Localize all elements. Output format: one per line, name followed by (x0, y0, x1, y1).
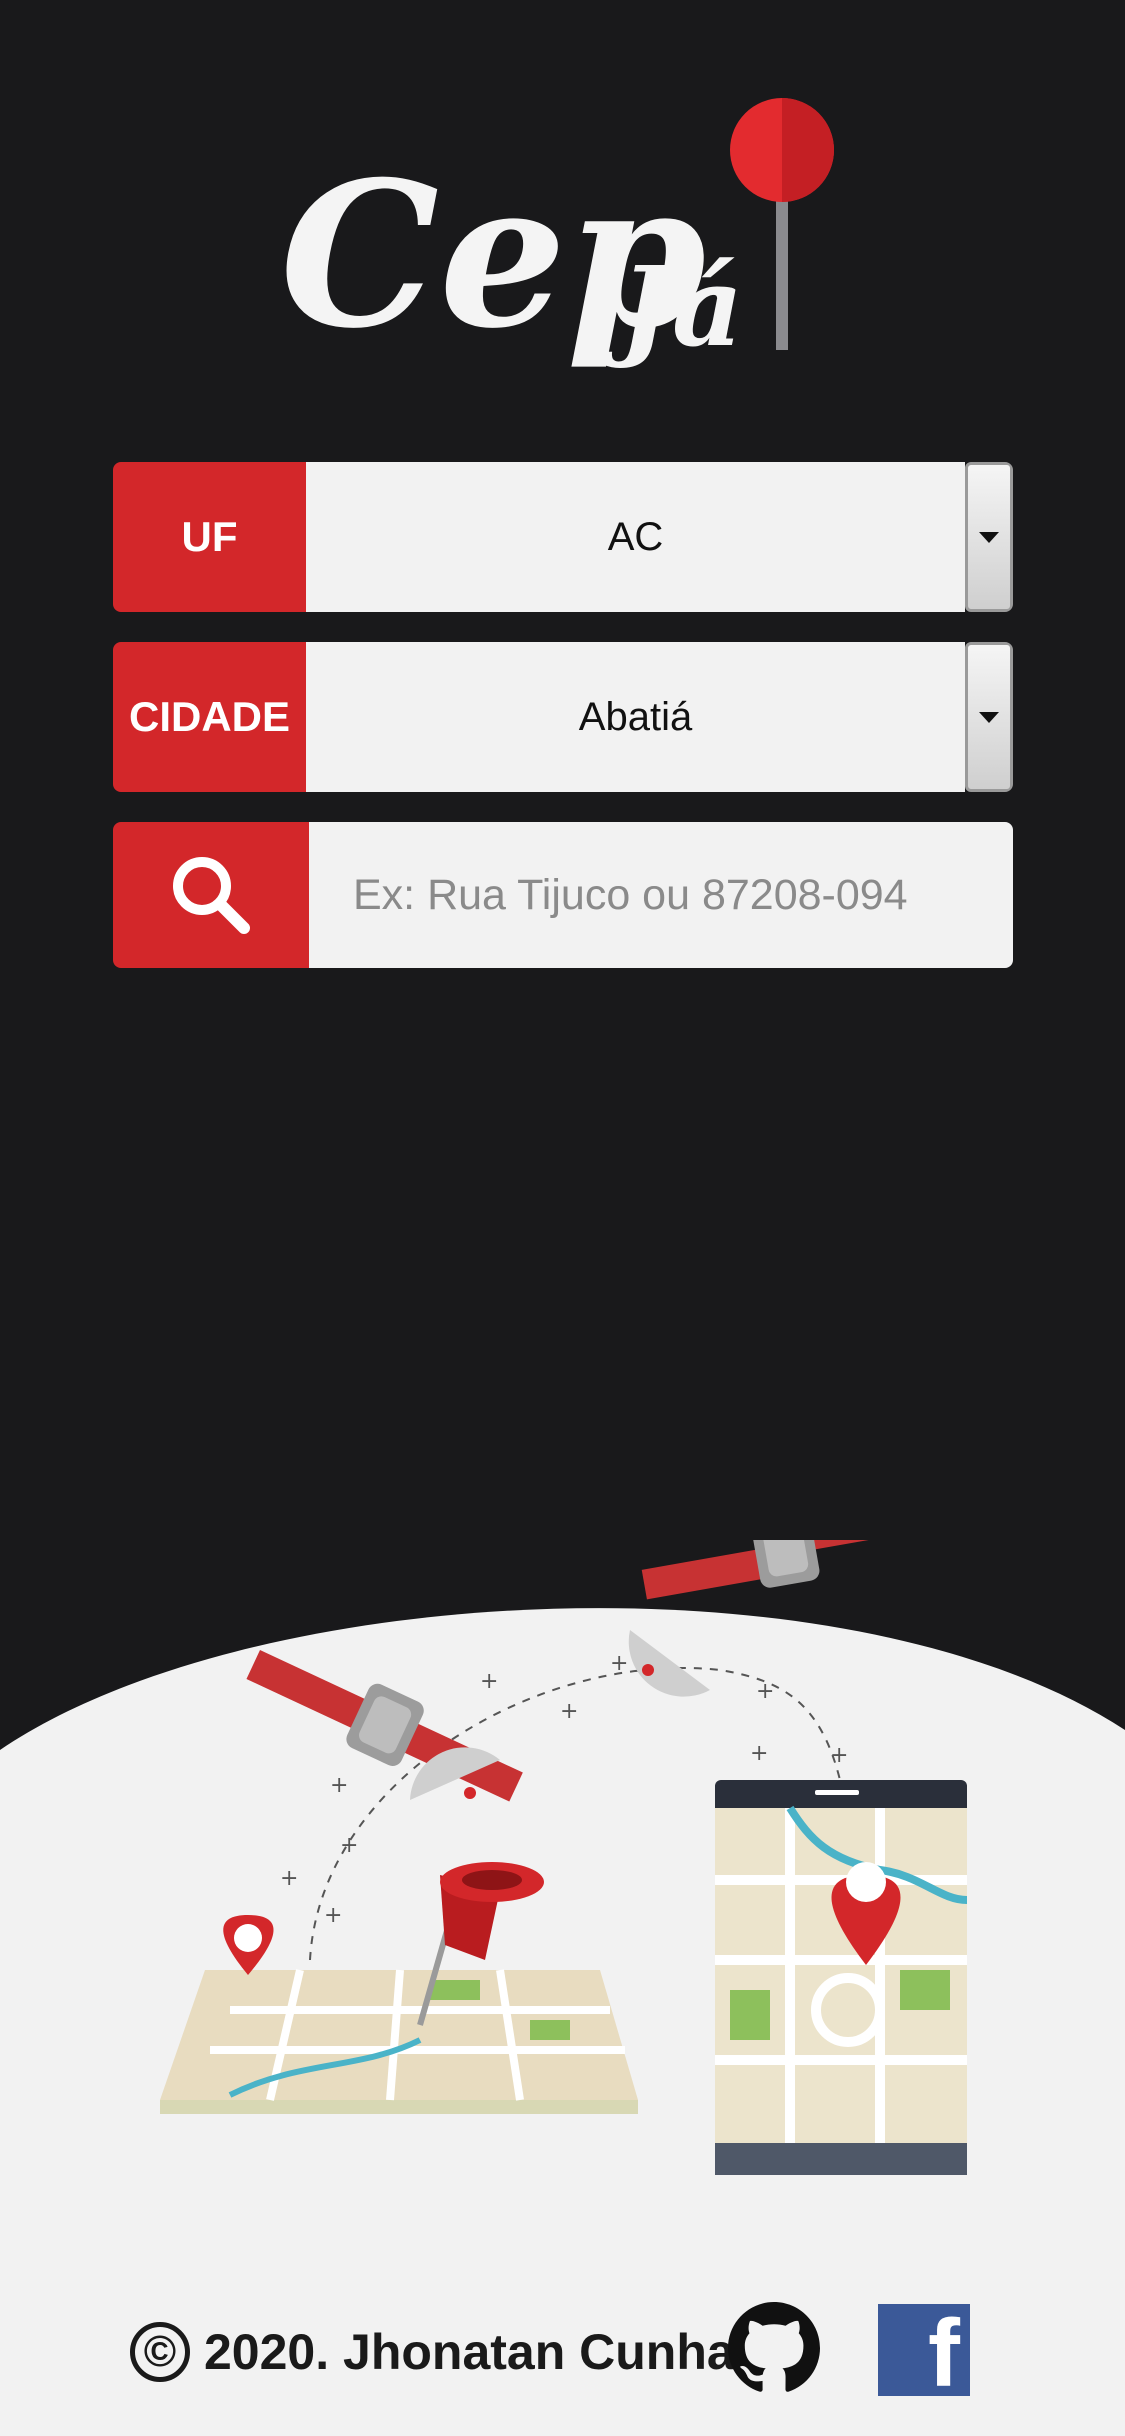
uf-select[interactable]: UF AC (113, 462, 1013, 612)
facebook-icon[interactable]: f (878, 2304, 970, 2402)
svg-text:+: + (480, 1669, 498, 1694)
city-label: CIDADE (113, 642, 306, 792)
logo-text-sub: Já (602, 242, 743, 371)
chevron-down-icon (979, 531, 999, 543)
copyright-icon: © (130, 2322, 190, 2382)
svg-text:+: + (830, 1743, 848, 1768)
svg-text:+: + (750, 1741, 768, 1766)
search-input[interactable] (309, 822, 1013, 968)
city-value[interactable]: Abatiá (306, 642, 965, 792)
uf-dropdown-button[interactable] (965, 462, 1013, 612)
chevron-down-icon (979, 711, 999, 723)
svg-text:+: + (560, 1699, 578, 1724)
svg-text:+: + (340, 1833, 358, 1858)
uf-value[interactable]: AC (306, 462, 965, 612)
github-icon[interactable] (728, 2302, 820, 2394)
logo-pin-needle (776, 180, 788, 350)
svg-text:+: + (280, 1866, 298, 1891)
svg-text:+: + (756, 1679, 774, 1704)
search-bar (113, 822, 1013, 968)
uf-label: UF (113, 462, 306, 612)
svg-text:+: + (330, 1773, 348, 1798)
city-select[interactable]: CIDADE Abatiá (113, 642, 1013, 792)
svg-text:+: + (324, 1903, 342, 1928)
city-dropdown-button[interactable] (965, 642, 1013, 792)
copyright: © 2020. Jhonatan Cunha (130, 2322, 735, 2382)
search-button[interactable] (113, 822, 309, 968)
app-logo: Cep Já (270, 90, 850, 410)
map-illustration: + + + + + + + + + + (0, 1499, 1125, 2320)
search-icon (173, 857, 250, 934)
copyright-text: 2020. Jhonatan Cunha (204, 2324, 735, 2380)
svg-text:+: + (610, 1651, 628, 1676)
